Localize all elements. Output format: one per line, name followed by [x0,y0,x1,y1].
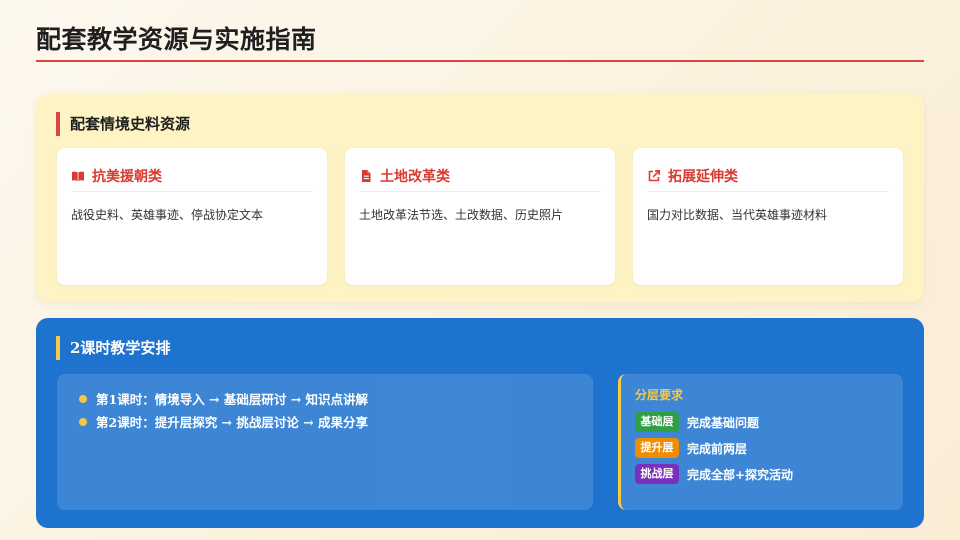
tier-row-challenge: 挑战层 完成全部+探究活动 [635,464,793,484]
tier-requirements-box: 分层要求 基础层 完成基础问题 提升层 完成前两层 挑战层 完成全部+探究活动 [618,374,903,510]
bullet-icon [79,417,87,426]
tier-row-advanced: 提升层 完成前两层 [635,438,747,458]
card-description: 战役史料、英雄事迹、停战协定文本 [71,208,264,222]
card-title: 土地改革类 [380,168,450,185]
tier-badge-challenge: 挑战层 [635,464,679,484]
resources-panel: 配套情境史料资源 抗美援朝类 战役史料、英雄事迹、停战协定文本 土地改革类 土地… [36,94,924,302]
lesson-text: 第1课时：情境导入 → 基础层研讨 → 知识点讲解 [96,392,369,407]
resource-card-extension[interactable]: 拓展延伸类 国力对比数据、当代英雄事迹材料 [633,148,903,285]
document-icon [359,169,373,183]
card-header: 土地改革类 [359,160,601,192]
tier-badge-advanced: 提升层 [635,438,679,458]
book-icon [71,169,85,183]
resource-card-land-reform[interactable]: 土地改革类 土地改革法节选、土改数据、历史照片 [345,148,615,285]
card-header: 抗美援朝类 [71,160,313,192]
page-title: 配套教学资源与实施指南 [36,25,317,54]
schedule-heading: 2课时教学安排 [56,336,170,360]
lesson-text: 第2课时：提升层探究 → 挑战层讨论 → 成果分享 [96,415,369,430]
card-title: 拓展延伸类 [668,168,738,185]
tier-badge-basic: 基础层 [635,412,679,432]
tier-text: 完成前两层 [687,441,748,456]
tier-text: 完成基础问题 [687,415,760,430]
resources-heading: 配套情境史料资源 [56,112,190,136]
card-header: 拓展延伸类 [647,160,889,192]
title-divider [36,60,924,62]
list-item: 第2课时：提升层探究 → 挑战层讨论 → 成果分享 [79,410,368,433]
external-link-icon [647,169,661,183]
lesson-list: 第1课时：情境导入 → 基础层研讨 → 知识点讲解 第2课时：提升层探究 → 挑… [79,387,368,433]
bullet-icon [79,394,87,403]
tier-row-basic: 基础层 完成基础问题 [635,412,759,432]
resource-card-korean-war[interactable]: 抗美援朝类 战役史料、英雄事迹、停战协定文本 [57,148,327,285]
card-description: 国力对比数据、当代英雄事迹材料 [647,208,828,222]
card-title: 抗美援朝类 [92,168,162,185]
list-item: 第1课时：情境导入 → 基础层研讨 → 知识点讲解 [79,387,368,410]
schedule-panel: 2课时教学安排 第1课时：情境导入 → 基础层研讨 → 知识点讲解 第2课时：提… [36,318,924,528]
card-description: 土地改革法节选、土改数据、历史照片 [359,208,564,222]
lesson-plan-box: 第1课时：情境导入 → 基础层研讨 → 知识点讲解 第2课时：提升层探究 → 挑… [57,374,593,510]
tier-text: 完成全部+探究活动 [687,467,794,482]
tier-title: 分层要求 [635,388,684,402]
